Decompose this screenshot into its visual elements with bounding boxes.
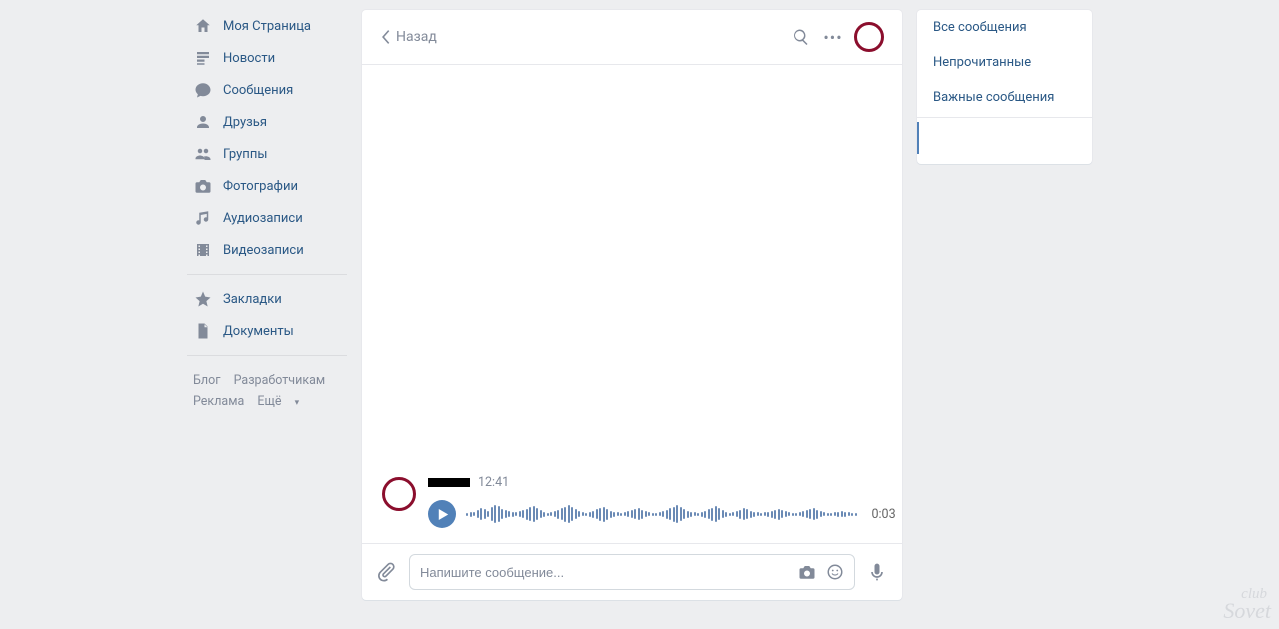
music-icon — [193, 208, 213, 228]
sidebar-item-label: Группы — [223, 147, 267, 162]
bubble-icon — [193, 80, 213, 100]
mic-icon[interactable] — [867, 562, 887, 582]
back-button[interactable]: Назад — [380, 29, 437, 45]
message-avatar[interactable] — [382, 477, 416, 511]
footer-link-ads[interactable]: Реклама — [193, 394, 244, 409]
back-label: Назад — [396, 29, 437, 45]
footer-link-blog[interactable]: Блог — [193, 373, 220, 388]
play-button[interactable] — [428, 500, 456, 528]
chat-panel: Назад ••• 12:41 — [362, 10, 902, 600]
sidebar-item-label: Друзья — [223, 115, 267, 130]
star-icon — [193, 289, 213, 309]
sidebar-item-label: Закладки — [223, 292, 282, 307]
sidebar-footer-links: Блог Разработчикам Реклама Ещё ▾ — [187, 364, 347, 419]
audio-message: 0:03 — [428, 500, 896, 528]
compose-box — [409, 554, 855, 590]
left-sidebar: Моя Страница Новости Сообщения Друзья Гр… — [187, 10, 347, 600]
news-icon — [193, 48, 213, 68]
camera-icon — [193, 176, 213, 196]
more-icon[interactable]: ••• — [822, 26, 844, 48]
message-content: 12:41 0:03 — [428, 475, 896, 528]
chat-footer — [362, 543, 902, 600]
audio-duration: 0:03 — [867, 507, 896, 522]
search-icon[interactable] — [790, 26, 812, 48]
sidebar-item-bookmarks[interactable]: Закладки — [187, 283, 347, 315]
sidebar-item-news[interactable]: Новости — [187, 42, 347, 74]
chat-header: Назад ••• — [362, 10, 902, 65]
sidebar-item-my-page[interactable]: Моя Страница — [187, 10, 347, 42]
chevron-left-icon — [380, 29, 391, 45]
audio-waveform[interactable] — [466, 502, 857, 526]
message-item: 12:41 0:03 — [382, 475, 882, 528]
filter-all[interactable]: Все сообщения — [917, 10, 1092, 45]
message-time: 12:41 — [478, 475, 509, 490]
chat-body: 12:41 0:03 — [362, 65, 902, 543]
footer-link-more[interactable]: Ещё ▾ — [257, 394, 309, 409]
sidebar-separator — [187, 274, 347, 275]
sidebar-item-label: Документы — [223, 324, 294, 339]
message-author[interactable] — [428, 478, 470, 487]
emoji-icon[interactable] — [826, 563, 844, 581]
chevron-down-icon: ▾ — [295, 398, 300, 408]
sidebar-item-photos[interactable]: Фотографии — [187, 170, 347, 202]
user-icon — [193, 112, 213, 132]
sidebar-item-messages[interactable]: Сообщения — [187, 74, 347, 106]
camera-icon[interactable] — [798, 563, 816, 581]
users-icon — [193, 144, 213, 164]
film-icon — [193, 240, 213, 260]
sidebar-item-groups[interactable]: Группы — [187, 138, 347, 170]
doc-icon — [193, 321, 213, 341]
filter-important[interactable]: Важные сообщения — [917, 80, 1092, 115]
conversation-avatar[interactable] — [854, 22, 884, 52]
footer-link-dev[interactable]: Разработчикам — [234, 373, 326, 388]
attach-icon[interactable] — [377, 562, 397, 582]
sidebar-separator — [187, 355, 347, 356]
sidebar-item-documents[interactable]: Документы — [187, 315, 347, 347]
filter-unread[interactable]: Непрочитанные — [917, 45, 1092, 80]
home-icon — [193, 16, 213, 36]
sidebar-item-label: Видеозаписи — [223, 243, 304, 258]
sidebar-item-label: Фотографии — [223, 179, 298, 194]
filter-selected-conversation[interactable] — [917, 122, 1092, 154]
sidebar-item-label: Аудиозаписи — [223, 211, 303, 226]
compose-input[interactable] — [420, 565, 788, 580]
sidebar-item-video[interactable]: Видеозаписи — [187, 234, 347, 266]
sidebar-item-label: Сообщения — [223, 83, 293, 98]
sidebar-item-friends[interactable]: Друзья — [187, 106, 347, 138]
sidebar-item-audio[interactable]: Аудиозаписи — [187, 202, 347, 234]
sidebar-item-label: Новости — [223, 51, 275, 66]
filter-separator — [917, 117, 1092, 118]
right-filters-panel: Все сообщения Непрочитанные Важные сообщ… — [917, 10, 1092, 164]
sidebar-item-label: Моя Страница — [223, 19, 311, 34]
play-icon — [438, 509, 449, 520]
